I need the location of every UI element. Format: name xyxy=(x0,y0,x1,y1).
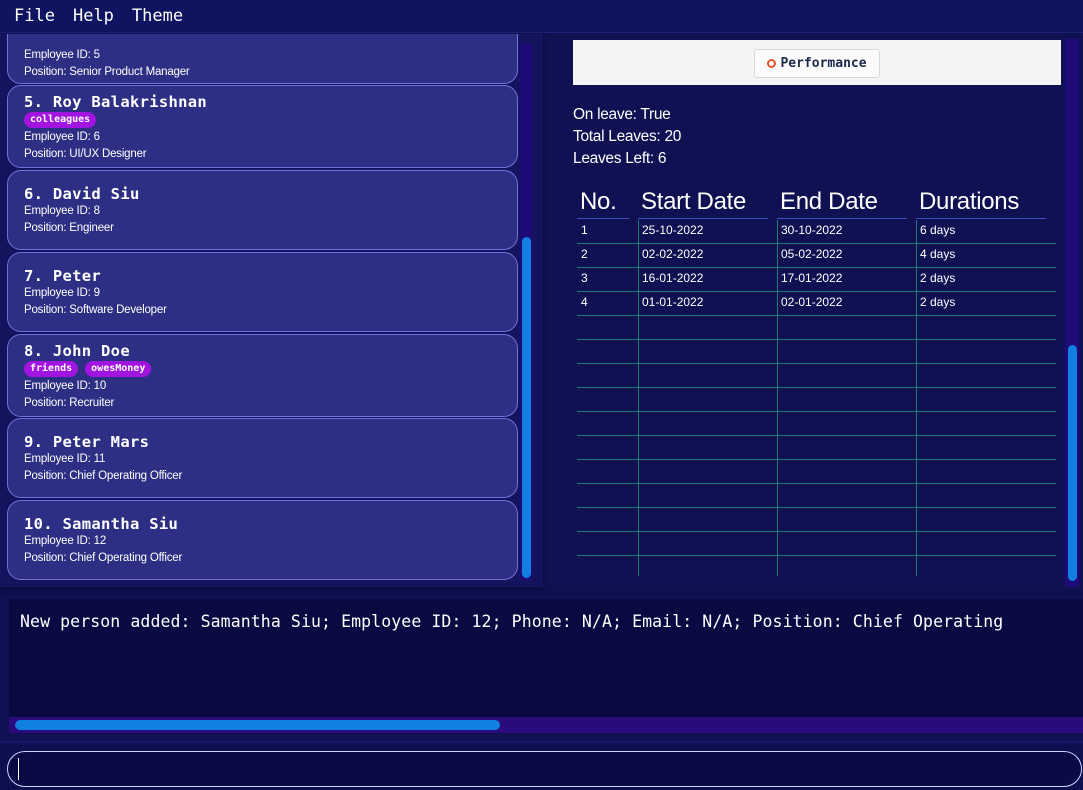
grid-line xyxy=(916,220,917,576)
grid-line xyxy=(577,315,1056,316)
row-2-duration: 4 days xyxy=(920,247,956,261)
tab-performance[interactable]: Performance xyxy=(754,49,880,78)
row-2-no: 2 xyxy=(581,247,588,261)
row-2-end-date: 05-02-2022 xyxy=(781,247,843,261)
person-name: 10. Samantha Siu xyxy=(24,515,179,533)
person-card[interactable]: 5. Roy Balakrishnan colleagues Employee … xyxy=(7,85,518,168)
total-leaves: Total Leaves: 20 xyxy=(573,128,682,145)
employee-id: Employee ID: 12 xyxy=(24,535,107,547)
position: Position: Engineer xyxy=(24,222,114,234)
person-card[interactable]: 10. Samantha Siu Employee ID: 12 Positio… xyxy=(7,500,518,580)
row-4-no: 4 xyxy=(581,295,588,309)
command-box xyxy=(0,741,1083,790)
row-1-end-date: 30-10-2022 xyxy=(781,223,843,237)
menu-theme[interactable]: Theme xyxy=(132,6,183,26)
person-card[interactable]: Employee ID: 5 Position: Senior Product … xyxy=(7,34,518,84)
command-input[interactable] xyxy=(7,751,1082,787)
position: Position: UI/UX Designer xyxy=(24,148,147,160)
menu-file[interactable]: File xyxy=(14,6,55,26)
person-card[interactable]: 9. Peter Mars Employee ID: 11 Position: … xyxy=(7,418,518,498)
grid-line xyxy=(577,435,1056,436)
grid-line xyxy=(577,243,1056,244)
header-underline xyxy=(577,218,629,219)
radio-icon xyxy=(767,59,777,68)
row-3-start-date: 16-01-2022 xyxy=(642,271,704,285)
tag-list: friends owesMoney xyxy=(24,361,517,377)
person-name: 8. John Doe xyxy=(24,342,130,360)
header-underline xyxy=(916,218,1046,219)
person-name: 7. Peter xyxy=(24,267,102,285)
tag: colleagues xyxy=(24,112,97,128)
detail-scrollbar-thumb[interactable] xyxy=(1068,345,1077,581)
row-3-duration: 2 days xyxy=(920,271,956,285)
detail-panel: Performance On leave: True Total Leaves:… xyxy=(547,34,1083,590)
grid-line xyxy=(577,483,1056,484)
menu-help[interactable]: Help xyxy=(73,6,114,26)
position: Position: Software Developer xyxy=(24,304,167,316)
person-card[interactable]: 7. Peter Employee ID: 9 Position: Softwa… xyxy=(7,252,518,332)
row-1-start-date: 25-10-2022 xyxy=(642,223,704,237)
grid-line xyxy=(577,387,1056,388)
grid-line xyxy=(577,555,1056,556)
text-caret xyxy=(18,758,19,780)
header-underline xyxy=(638,218,768,219)
result-display: New person added: Samantha Siu; Employee… xyxy=(0,596,1083,739)
person-name: 5. Roy Balakrishnan xyxy=(24,93,208,111)
result-text-area[interactable]: New person added: Samantha Siu; Employee… xyxy=(9,599,1083,717)
person-card[interactable]: 6. David Siu Employee ID: 8 Position: En… xyxy=(7,170,518,250)
grid-line xyxy=(577,291,1056,292)
employee-id: Employee ID: 5 xyxy=(24,49,100,61)
tag: friends xyxy=(24,361,79,377)
employee-id: Employee ID: 11 xyxy=(24,453,106,465)
grid-line xyxy=(577,363,1056,364)
tag: owesMoney xyxy=(85,361,152,377)
grid-line xyxy=(577,411,1056,412)
tab-strip: Performance xyxy=(573,40,1061,85)
employee-id: Employee ID: 9 xyxy=(24,287,100,299)
list-scrollbar-thumb[interactable] xyxy=(522,237,531,578)
grid-line xyxy=(577,507,1056,508)
row-4-end-date: 02-01-2022 xyxy=(781,295,843,309)
row-2-start-date: 02-02-2022 xyxy=(642,247,704,261)
header-underline xyxy=(777,218,907,219)
column-header-durations: Durations xyxy=(919,188,1020,215)
row-1-duration: 6 days xyxy=(920,223,956,237)
grid-line xyxy=(577,531,1056,532)
column-header-end-date: End Date xyxy=(780,188,878,215)
position: Position: Chief Operating Officer xyxy=(24,470,183,482)
leaves-left: Leaves Left: 6 xyxy=(573,150,667,167)
employee-id: Employee ID: 8 xyxy=(24,205,100,217)
result-scrollbar-thumb[interactable] xyxy=(15,720,500,730)
row-4-start-date: 01-01-2022 xyxy=(642,295,704,309)
column-header-start-date: Start Date xyxy=(641,188,747,215)
tab-label: Performance xyxy=(780,56,867,71)
position: Position: Chief Operating Officer xyxy=(24,552,183,564)
person-name: 6. David Siu xyxy=(24,185,140,203)
grid-line xyxy=(577,459,1056,460)
grid-line xyxy=(777,220,778,576)
person-card[interactable]: 8. John Doe friends owesMoney Employee I… xyxy=(7,334,518,417)
on-leave-status: On leave: True xyxy=(573,106,671,123)
person-name: 9. Peter Mars xyxy=(24,433,150,451)
grid-line xyxy=(638,220,639,576)
tag-list: colleagues xyxy=(24,112,517,128)
grid-line xyxy=(577,339,1056,340)
row-3-end-date: 17-01-2022 xyxy=(781,271,843,285)
row-3-no: 3 xyxy=(581,271,588,285)
grid-line xyxy=(577,267,1056,268)
position: Position: Senior Product Manager xyxy=(24,66,190,78)
column-header-no: No. xyxy=(580,188,617,215)
person-list-panel: Employee ID: 5 Position: Senior Product … xyxy=(0,34,544,590)
employee-id: Employee ID: 10 xyxy=(24,380,107,392)
employee-id: Employee ID: 6 xyxy=(24,131,100,143)
position: Position: Recruiter xyxy=(24,397,115,409)
result-message: New person added: Samantha Siu; Employee… xyxy=(20,612,1004,631)
row-4-duration: 2 days xyxy=(920,295,956,309)
row-1-no: 1 xyxy=(581,223,588,237)
menu-bar: File Help Theme xyxy=(0,0,1083,33)
